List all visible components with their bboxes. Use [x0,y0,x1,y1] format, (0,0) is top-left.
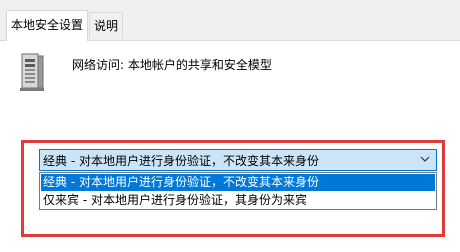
select-value: 经典 - 对本地用户进行身份验证，不改变其本来身份 [43,154,319,168]
tab-local-security-setting[interactable]: 本地安全设置 [6,10,89,41]
policy-title: 网络访问: 本地帐户的共享和安全模型 [72,58,272,72]
tab-label: 本地安全设置 [11,18,84,32]
computer-tower-icon [20,53,44,91]
chevron-down-icon[interactable] [420,154,430,164]
option-classic[interactable]: 经典 - 对本地用户进行身份验证，不改变其本来身份 [41,174,435,191]
tab-explain[interactable]: 说明 [89,12,124,38]
option-guest-only[interactable]: 仅来宾 - 对本地用户进行身份验证，其身份为来宾 [41,192,435,209]
sharing-model-select[interactable]: 经典 - 对本地用户进行身份验证，不改变其本来身份 [39,149,437,171]
select-dropdown-list: 经典 - 对本地用户进行身份验证，不改变其本来身份 仅来宾 - 对本地用户进行身… [39,172,437,210]
tab-label: 说明 [94,19,119,33]
tab-strip: 本地安全设置 说明 [0,0,460,41]
